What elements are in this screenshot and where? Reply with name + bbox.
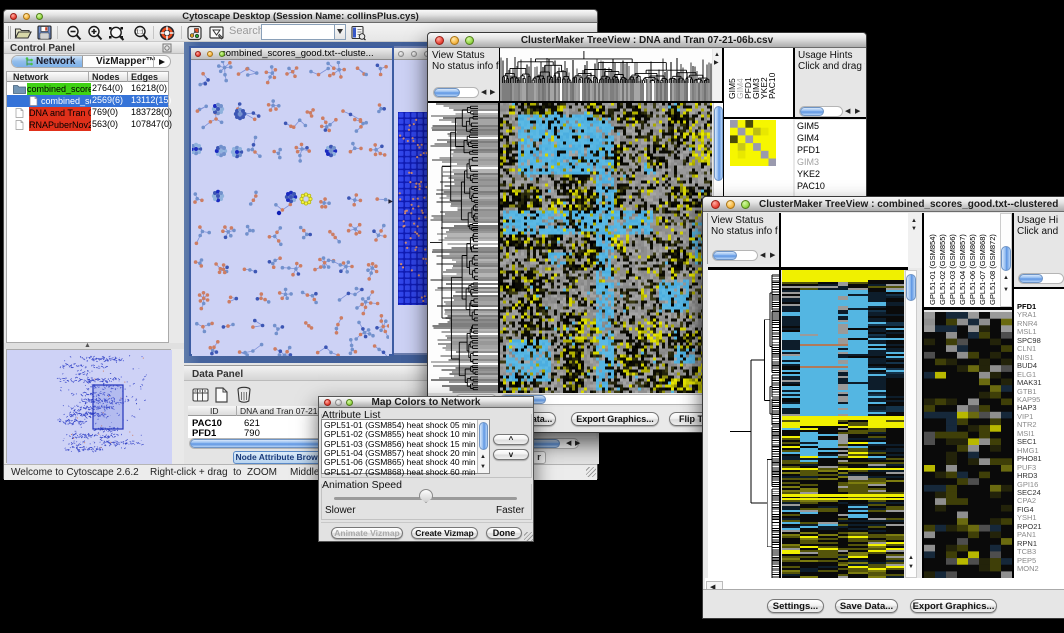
- svg-text:GPL51-01 (GSM854): GPL51-01 (GSM854): [928, 234, 937, 305]
- svg-text:PAC10: PAC10: [767, 72, 777, 99]
- svg-text:1:1: 1:1: [136, 30, 144, 36]
- svg-text:GPL51-06 (GSM865): GPL51-06 (GSM865): [968, 234, 977, 305]
- svg-text:GPL51-03 (GSM856): GPL51-03 (GSM856): [948, 234, 957, 305]
- svg-text:GPL51-04 (GSM857): GPL51-04 (GSM857): [958, 234, 967, 305]
- svg-text:GPL51-02 (GSM855): GPL51-02 (GSM855): [938, 234, 947, 305]
- svg-text:GPL51-08 (GSM872): GPL51-08 (GSM872): [988, 234, 997, 305]
- svg-text:GPL51-07 (GSM868): GPL51-07 (GSM868): [978, 234, 987, 305]
